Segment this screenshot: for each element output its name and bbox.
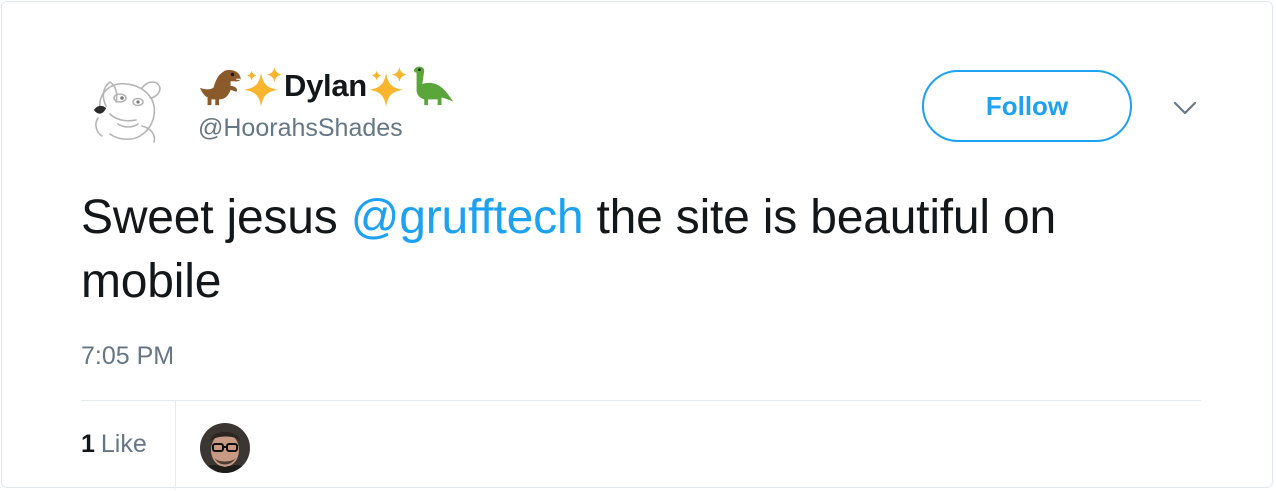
stats-divider (81, 400, 1201, 401)
tweet-card: Dylan @HoorahsShades Follow Sweet jesus … (1, 1, 1273, 489)
likes-label: Like (100, 430, 147, 458)
likes-count[interactable]: 1 Like (81, 430, 147, 459)
t-rex-icon (199, 69, 241, 106)
stats-separator (175, 401, 176, 489)
tweet-text: Sweet jesus @grufftech the site is beaut… (81, 186, 1191, 314)
author-avatar[interactable] (80, 64, 176, 160)
author-display-name[interactable]: Dylan (284, 68, 367, 104)
likes-number: 1 (81, 430, 95, 458)
chevron-down-icon[interactable] (1172, 98, 1198, 118)
tweet-text-before: Sweet jesus (81, 191, 351, 244)
sparkles-icon (244, 67, 282, 107)
sauropod-icon (413, 66, 453, 106)
author-name-row[interactable]: Dylan (198, 60, 453, 112)
follow-button[interactable]: Follow (922, 70, 1132, 142)
tweet-timestamp[interactable]: 7:05 PM (81, 342, 174, 371)
liker-avatar[interactable] (200, 423, 250, 473)
author-handle[interactable]: @HoorahsShades (198, 114, 403, 143)
sparkles-icon (368, 67, 407, 107)
mention-link[interactable]: @grufftech (351, 191, 584, 244)
